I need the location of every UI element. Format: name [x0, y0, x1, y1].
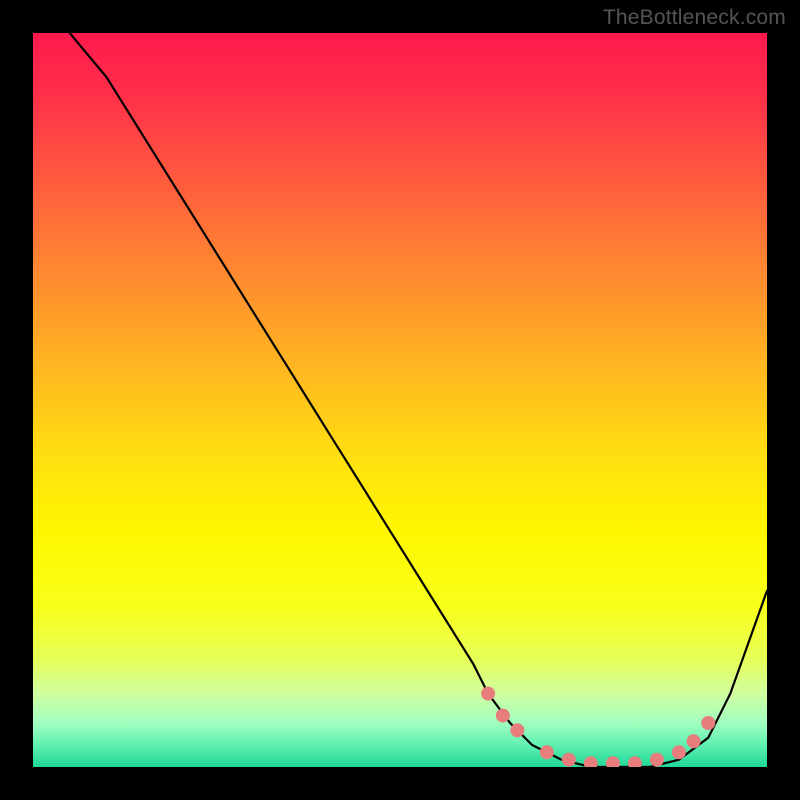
- highlight-dot: [481, 687, 495, 701]
- highlight-dot: [584, 756, 598, 767]
- highlight-dot: [606, 756, 620, 767]
- highlight-dot: [510, 723, 524, 737]
- highlight-dot: [562, 753, 576, 767]
- highlight-dot: [701, 716, 715, 730]
- highlight-dot: [496, 709, 510, 723]
- bottleneck-curve-path: [70, 33, 767, 767]
- highlight-dot: [672, 745, 686, 759]
- plot-area: [33, 33, 767, 767]
- highlight-dot: [540, 745, 554, 759]
- curve-layer: [33, 33, 767, 767]
- highlight-dot: [687, 734, 701, 748]
- highlight-dot: [650, 753, 664, 767]
- watermark-text: TheBottleneck.com: [603, 6, 786, 30]
- chart-frame: TheBottleneck.com: [0, 0, 800, 800]
- highlight-dots-group: [481, 687, 715, 767]
- highlight-dot: [628, 756, 642, 767]
